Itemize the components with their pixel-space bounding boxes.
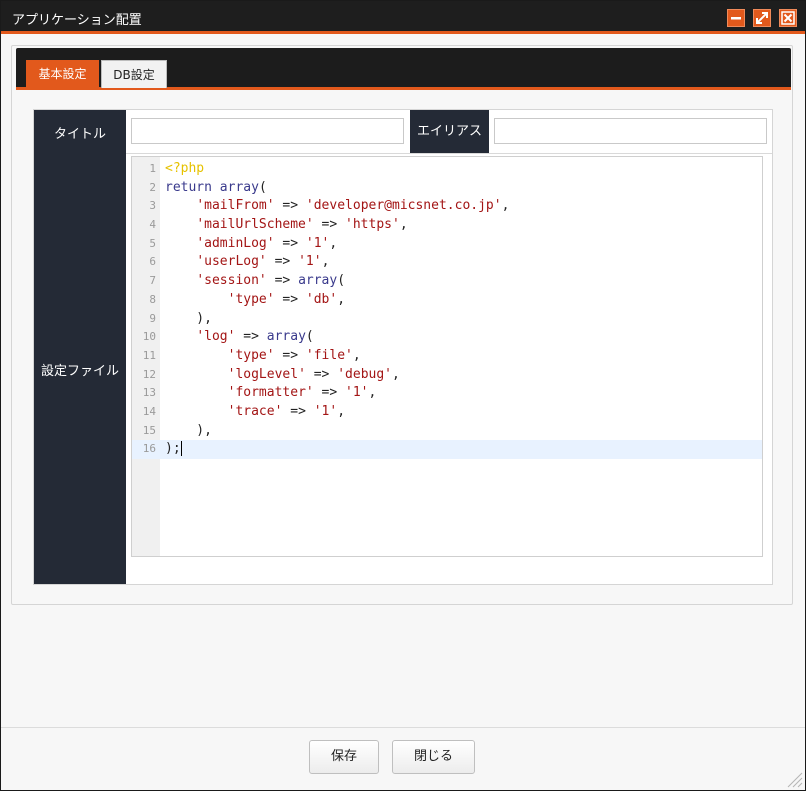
content-panel: 基本設定 DB設定 タイトル エイリアス 設定ファイル 1 <?php 2 retur… [11, 45, 793, 605]
line-number: 15 [142, 423, 156, 437]
config-file-label: 設定ファイル [40, 364, 119, 379]
code-lines[interactable]: 1 <?php 2 return array(3 'mailFrom' => 'dev… [132, 160, 762, 459]
close-icon [781, 11, 795, 25]
line-number: 8 [149, 292, 156, 306]
code-line[interactable]: 12 'logLevel' => 'debug', [132, 366, 762, 385]
code-line[interactable]: 15 ), [132, 422, 762, 441]
alias-input[interactable] [494, 118, 767, 144]
code-text[interactable]: 'mailFrom' => 'developer@micsnet.co.jp', [165, 197, 509, 216]
code-line[interactable]: 10 'log' => array( [132, 328, 762, 347]
line-number: 7 [149, 274, 156, 288]
line-number: 2 [149, 180, 156, 194]
line-number: 11 [142, 348, 156, 362]
code-text[interactable]: 'adminLog' => '1', [165, 235, 337, 254]
code-text[interactable]: 'userLog' => '1', [165, 253, 329, 272]
tab-basic-settings[interactable]: 基本設定 [26, 60, 99, 88]
line-number: 1 [149, 162, 156, 175]
close-button[interactable]: 閉じる [392, 740, 475, 774]
code-line[interactable]: 7 'session' => array( [132, 272, 762, 291]
line-number: 14 [142, 404, 156, 418]
title-bar[interactable]: アプリケーション配置 [1, 1, 805, 34]
code-text[interactable]: return array( [165, 179, 267, 198]
maximize-icon [756, 12, 768, 24]
line-number: 13 [142, 386, 156, 400]
code-text[interactable]: ), [165, 422, 212, 441]
code-text[interactable]: ), [165, 310, 212, 329]
code-line[interactable]: 8 'type' => 'db', [132, 291, 762, 310]
code-line[interactable]: 2 return array( [132, 179, 762, 198]
tab-db-settings[interactable]: DB設定 [101, 60, 167, 88]
code-text[interactable]: <?php [165, 160, 204, 179]
line-number: 12 [142, 367, 156, 381]
code-line[interactable]: 14 'trace' => '1', [132, 403, 762, 422]
code-line[interactable]: 6 'userLog' => '1', [132, 253, 762, 272]
alias-label: エイリアス [410, 110, 489, 153]
code-line[interactable]: 16); [132, 440, 762, 459]
minimize-button[interactable] [727, 9, 745, 27]
settings-form: タイトル エイリアス 設定ファイル 1 <?php 2 return array(3 … [33, 109, 773, 585]
label-column [34, 110, 126, 584]
code-line[interactable]: 9 ), [132, 310, 762, 329]
code-text[interactable]: 'type' => 'file', [165, 347, 361, 366]
code-line[interactable]: 5 'adminLog' => '1', [132, 235, 762, 254]
code-line[interactable]: 4 'mailUrlScheme' => 'https', [132, 216, 762, 235]
code-text[interactable]: ); [165, 440, 182, 459]
code-line[interactable]: 3 'mailFrom' => 'developer@micsnet.co.jp… [132, 197, 762, 216]
line-number: 10 [142, 330, 156, 344]
tab-bar: 基本設定 DB設定 [16, 48, 791, 90]
line-number: 5 [149, 236, 156, 250]
line-number: 3 [149, 199, 156, 213]
resize-grip-icon[interactable] [783, 768, 803, 788]
save-button[interactable]: 保存 [309, 740, 379, 774]
line-number: 16 [142, 442, 156, 456]
code-line[interactable]: 1 <?php [132, 160, 762, 179]
code-text[interactable]: 'log' => array( [165, 328, 313, 347]
line-number: 4 [149, 218, 156, 232]
footer-divider [1, 727, 805, 728]
close-window-button[interactable] [779, 9, 797, 27]
line-number: 6 [149, 255, 156, 269]
code-text[interactable]: 'type' => 'db', [165, 291, 345, 310]
code-text[interactable]: 'formatter' => '1', [165, 384, 377, 403]
code-text[interactable]: 'mailUrlScheme' => 'https', [165, 216, 407, 235]
line-number: 9 [149, 311, 156, 325]
text-cursor [180, 441, 182, 457]
code-line[interactable]: 11 'type' => 'file', [132, 347, 762, 366]
window-title: アプリケーション配置 [12, 13, 142, 28]
code-text[interactable]: 'trace' => '1', [165, 403, 345, 422]
code-editor[interactable]: 1 <?php 2 return array(3 'mailFrom' => 'dev… [131, 156, 763, 557]
application-deploy-dialog: アプリケーション配置 基本設定 DB設定 タイトル エイリアス 設定ファイル 1… [0, 0, 806, 791]
code-line[interactable]: 13 'formatter' => '1', [132, 384, 762, 403]
code-text[interactable]: 'session' => array( [165, 272, 345, 291]
code-text[interactable]: 'logLevel' => 'debug', [165, 366, 400, 385]
title-label: タイトル [53, 127, 106, 142]
row-divider [126, 153, 772, 154]
title-input[interactable] [131, 118, 404, 144]
minimize-icon [731, 17, 741, 20]
maximize-button[interactable] [753, 9, 771, 27]
